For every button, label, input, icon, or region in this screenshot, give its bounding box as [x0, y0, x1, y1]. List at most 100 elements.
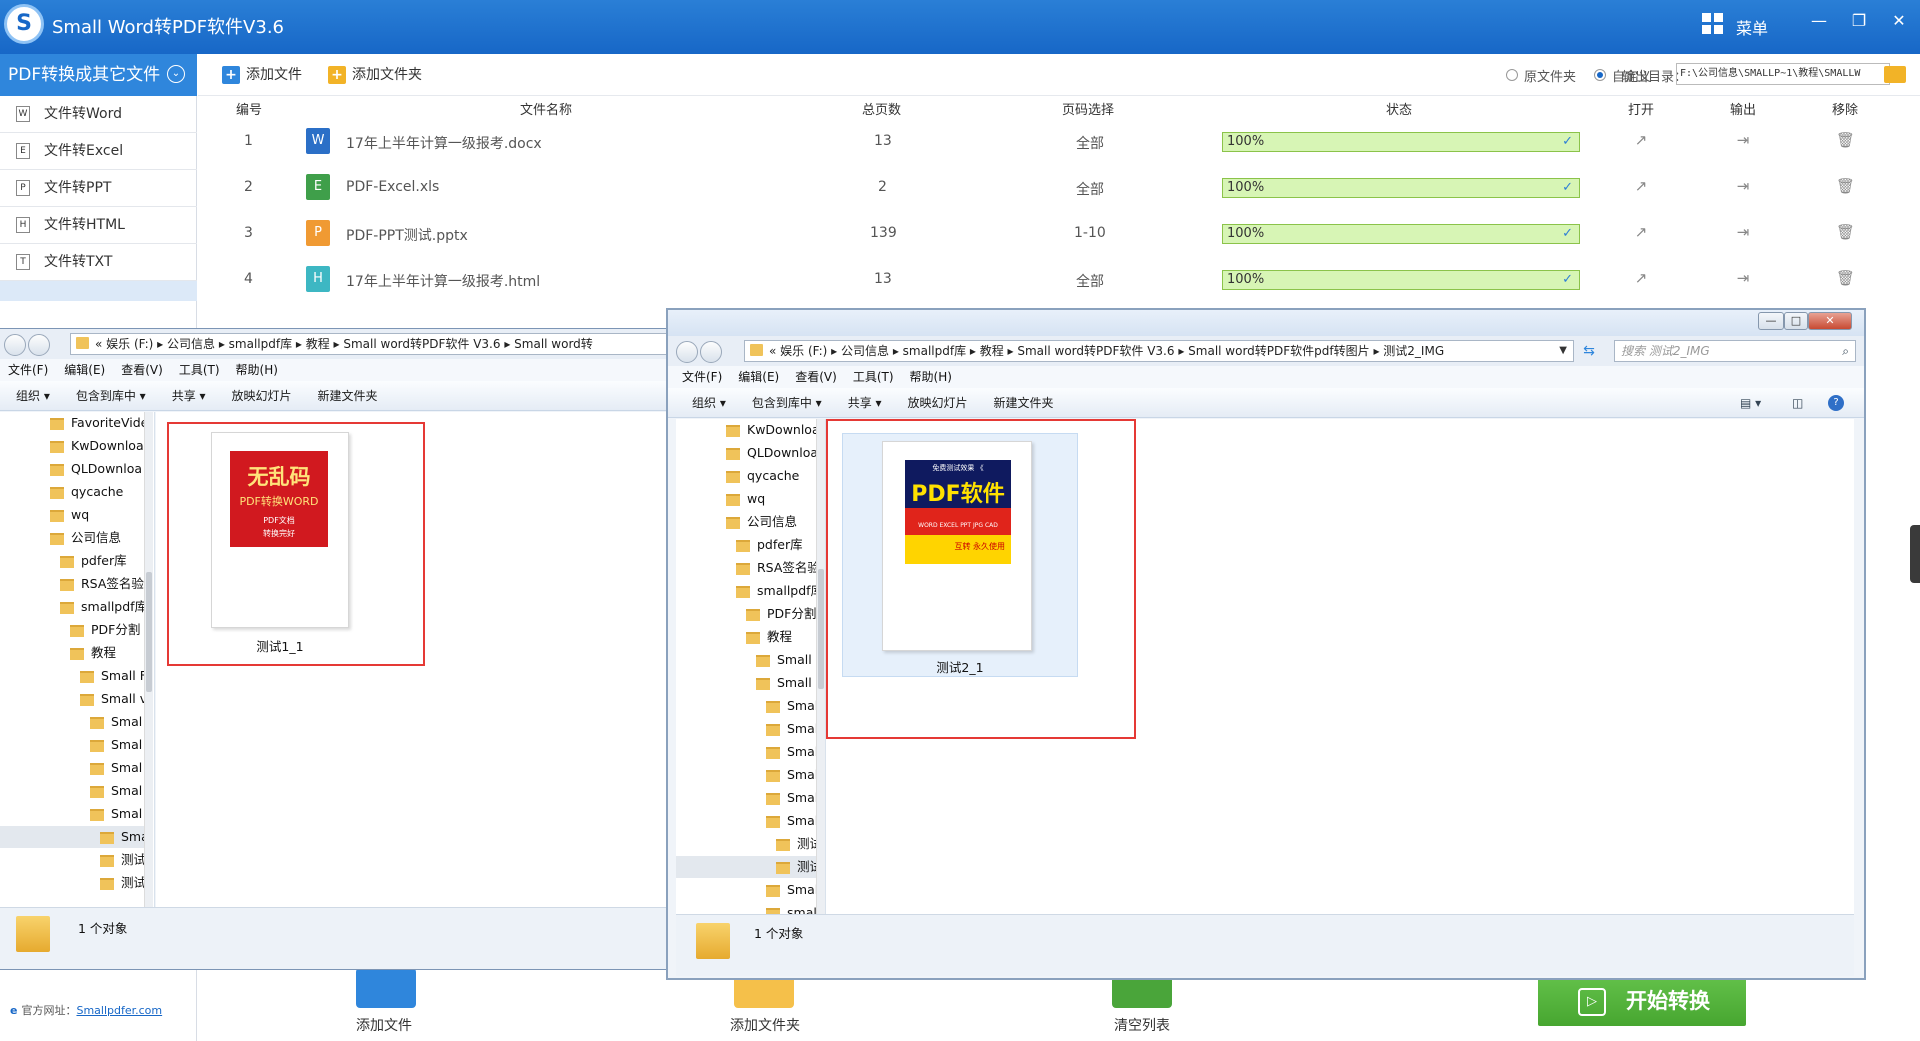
tree-item[interactable]: qycache: [50, 481, 123, 503]
output-path-field[interactable]: F:\公司信息\SMALLP~1\教程\SMALLW: [1676, 63, 1890, 85]
tree-item[interactable]: QLDownloa: [726, 442, 818, 464]
tree-item[interactable]: RSA签名验: [60, 573, 144, 595]
row-range[interactable]: 1-10: [1074, 225, 1106, 241]
menu-edit[interactable]: 编辑(E): [738, 370, 779, 384]
table-row[interactable]: 1 W 17年上半年计算一级报考.docx 13 全部 100% ✓ ↗ ⇥ 🗑: [198, 118, 1920, 164]
tree-item[interactable]: Smal: [90, 711, 142, 733]
tree-scrollbar[interactable]: [144, 412, 153, 907]
trash-icon[interactable]: 🗑: [1836, 223, 1855, 241]
menu-edit[interactable]: 编辑(E): [64, 363, 105, 377]
row-range[interactable]: 全部: [1076, 133, 1104, 153]
open-icon[interactable]: ↗: [1632, 223, 1650, 241]
cmd-slideshow[interactable]: 放映幻灯片: [908, 396, 968, 410]
tree-item[interactable]: KwDownloa: [726, 419, 820, 441]
table-row[interactable]: 3 P PDF-PPT测试.pptx 139 1-10 100% ✓ ↗ ⇥ 🗑: [198, 210, 1920, 256]
tree-item[interactable]: QLDownloa: [50, 458, 142, 480]
tree-item-selected[interactable]: 测试: [676, 856, 822, 878]
browse-folder-icon[interactable]: [1884, 66, 1906, 83]
sidebar-item-ppt[interactable]: P 文件转PPT: [0, 170, 197, 207]
tree-item[interactable]: Smal: [766, 787, 818, 809]
tree-item[interactable]: qycache: [726, 465, 799, 487]
cmd-organize[interactable]: 组织 ▾: [16, 389, 50, 403]
tree-item[interactable]: Smal: [766, 718, 818, 740]
tree-item[interactable]: PDF分割: [746, 603, 816, 625]
cmd-new-folder[interactable]: 新建文件夹: [994, 396, 1054, 410]
menu-help[interactable]: 帮助(H): [236, 363, 278, 377]
tree-item[interactable]: Smal: [766, 810, 818, 832]
start-convert-button[interactable]: ▷ 开始转换: [1538, 976, 1746, 1026]
close-icon[interactable]: ✕: [1808, 312, 1852, 330]
tree-item[interactable]: Small F: [756, 649, 823, 671]
tree-item[interactable]: Smal: [766, 764, 818, 786]
tree-item[interactable]: 教程: [746, 626, 792, 648]
back-icon[interactable]: [4, 334, 26, 356]
refresh-icon[interactable]: ⇆: [1578, 341, 1600, 361]
minimize-icon[interactable]: —: [1758, 312, 1784, 330]
trash-icon[interactable]: 🗑: [1836, 269, 1855, 287]
tree-item[interactable]: Small v: [756, 672, 823, 694]
tree-item[interactable]: KwDownloa: [50, 435, 144, 457]
close-icon[interactable]: ✕: [1888, 10, 1910, 32]
file-thumbnail[interactable]: 免费测试效果 《 PDF软件 WORD EXCEL PPT JPG CAD 互转…: [882, 441, 1032, 651]
bottom-add-file-label[interactable]: 添加文件: [356, 1015, 412, 1035]
tree-item[interactable]: Smal: [90, 757, 142, 779]
tree-item[interactable]: 测试: [100, 872, 146, 894]
bottom-add-file-icon[interactable]: [356, 968, 416, 1008]
tree-item[interactable]: Small F: [80, 665, 147, 687]
sidebar-item-html[interactable]: H 文件转HTML: [0, 207, 197, 244]
sidebar-category-header[interactable]: PDF转换成其它文件 ⌄: [0, 54, 197, 96]
tree-item[interactable]: Smal: [90, 803, 142, 825]
open-icon[interactable]: ↗: [1632, 177, 1650, 195]
file-label[interactable]: 测试1_1: [211, 636, 349, 655]
tree-scrollbar[interactable]: [816, 419, 825, 914]
tree-item[interactable]: 测试: [100, 849, 146, 871]
forward-icon[interactable]: [700, 341, 722, 363]
forward-icon[interactable]: [28, 334, 50, 356]
tree-item-selected[interactable]: Smal: [0, 826, 152, 848]
open-icon[interactable]: ↗: [1632, 269, 1650, 287]
sidebar-item-word[interactable]: W 文件转Word: [0, 96, 197, 133]
back-icon[interactable]: [676, 341, 698, 363]
tree-item[interactable]: wq: [50, 504, 89, 526]
minimize-icon[interactable]: —: [1808, 10, 1830, 32]
tree-item[interactable]: PDF分割: [70, 619, 140, 641]
tree-item[interactable]: RSA签名验: [736, 557, 820, 579]
explorer2-search-input[interactable]: 搜索 测试2_IMG ⌕: [1614, 340, 1856, 362]
file-thumbnail[interactable]: 无乱码 PDF转换WORD PDF文档 转换完好: [211, 432, 349, 628]
edge-handle[interactable]: [1910, 525, 1920, 583]
tree-item[interactable]: 教程: [70, 642, 116, 664]
add-file-button[interactable]: + 添加文件: [222, 54, 302, 96]
sidebar-item-excel[interactable]: E 文件转Excel: [0, 133, 197, 170]
grid-menu-icon[interactable]: [1702, 13, 1724, 35]
row-range[interactable]: 全部: [1076, 271, 1104, 291]
tree-item[interactable]: Smal: [766, 741, 818, 763]
cmd-new-folder[interactable]: 新建文件夹: [318, 389, 378, 403]
tree-item[interactable]: Smal: [90, 734, 142, 756]
cmd-share[interactable]: 共享 ▾: [172, 389, 206, 403]
add-folder-button[interactable]: + 添加文件夹: [328, 54, 422, 96]
row-range[interactable]: 全部: [1076, 179, 1104, 199]
help-icon[interactable]: ?: [1828, 395, 1844, 411]
menu-help[interactable]: 帮助(H): [910, 370, 952, 384]
tree-item[interactable]: Smal: [766, 879, 818, 901]
cmd-slideshow[interactable]: 放映幻灯片: [232, 389, 292, 403]
sidebar-item-txt[interactable]: T 文件转TXT: [0, 244, 197, 281]
tree-item[interactable]: pdfer库: [60, 550, 127, 572]
trash-icon[interactable]: 🗑: [1836, 131, 1855, 149]
menu-view[interactable]: 查看(V): [121, 363, 163, 377]
menu-view[interactable]: 查看(V): [795, 370, 837, 384]
table-row[interactable]: 4 H 17年上半年计算一级报考.html 13 全部 100% ✓ ↗ ⇥ 🗑: [198, 256, 1920, 302]
preview-pane-icon[interactable]: ◫: [1792, 388, 1803, 418]
search-icon[interactable]: ⌕: [1842, 341, 1849, 361]
custom-folder-radio[interactable]: [1594, 69, 1606, 81]
menu-file[interactable]: 文件(F): [8, 363, 48, 377]
tree-item[interactable]: Smal: [90, 780, 142, 802]
original-folder-radio[interactable]: [1506, 69, 1518, 81]
cmd-share[interactable]: 共享 ▾: [848, 396, 882, 410]
menu-file[interactable]: 文件(F): [682, 370, 722, 384]
file-label[interactable]: 测试2_1: [842, 657, 1078, 676]
clear-list-label[interactable]: 清空列表: [1114, 1015, 1170, 1035]
output-icon[interactable]: ⇥: [1734, 177, 1752, 195]
tree-item[interactable]: wq: [726, 488, 765, 510]
bottom-add-folder-label[interactable]: 添加文件夹: [730, 1015, 800, 1035]
